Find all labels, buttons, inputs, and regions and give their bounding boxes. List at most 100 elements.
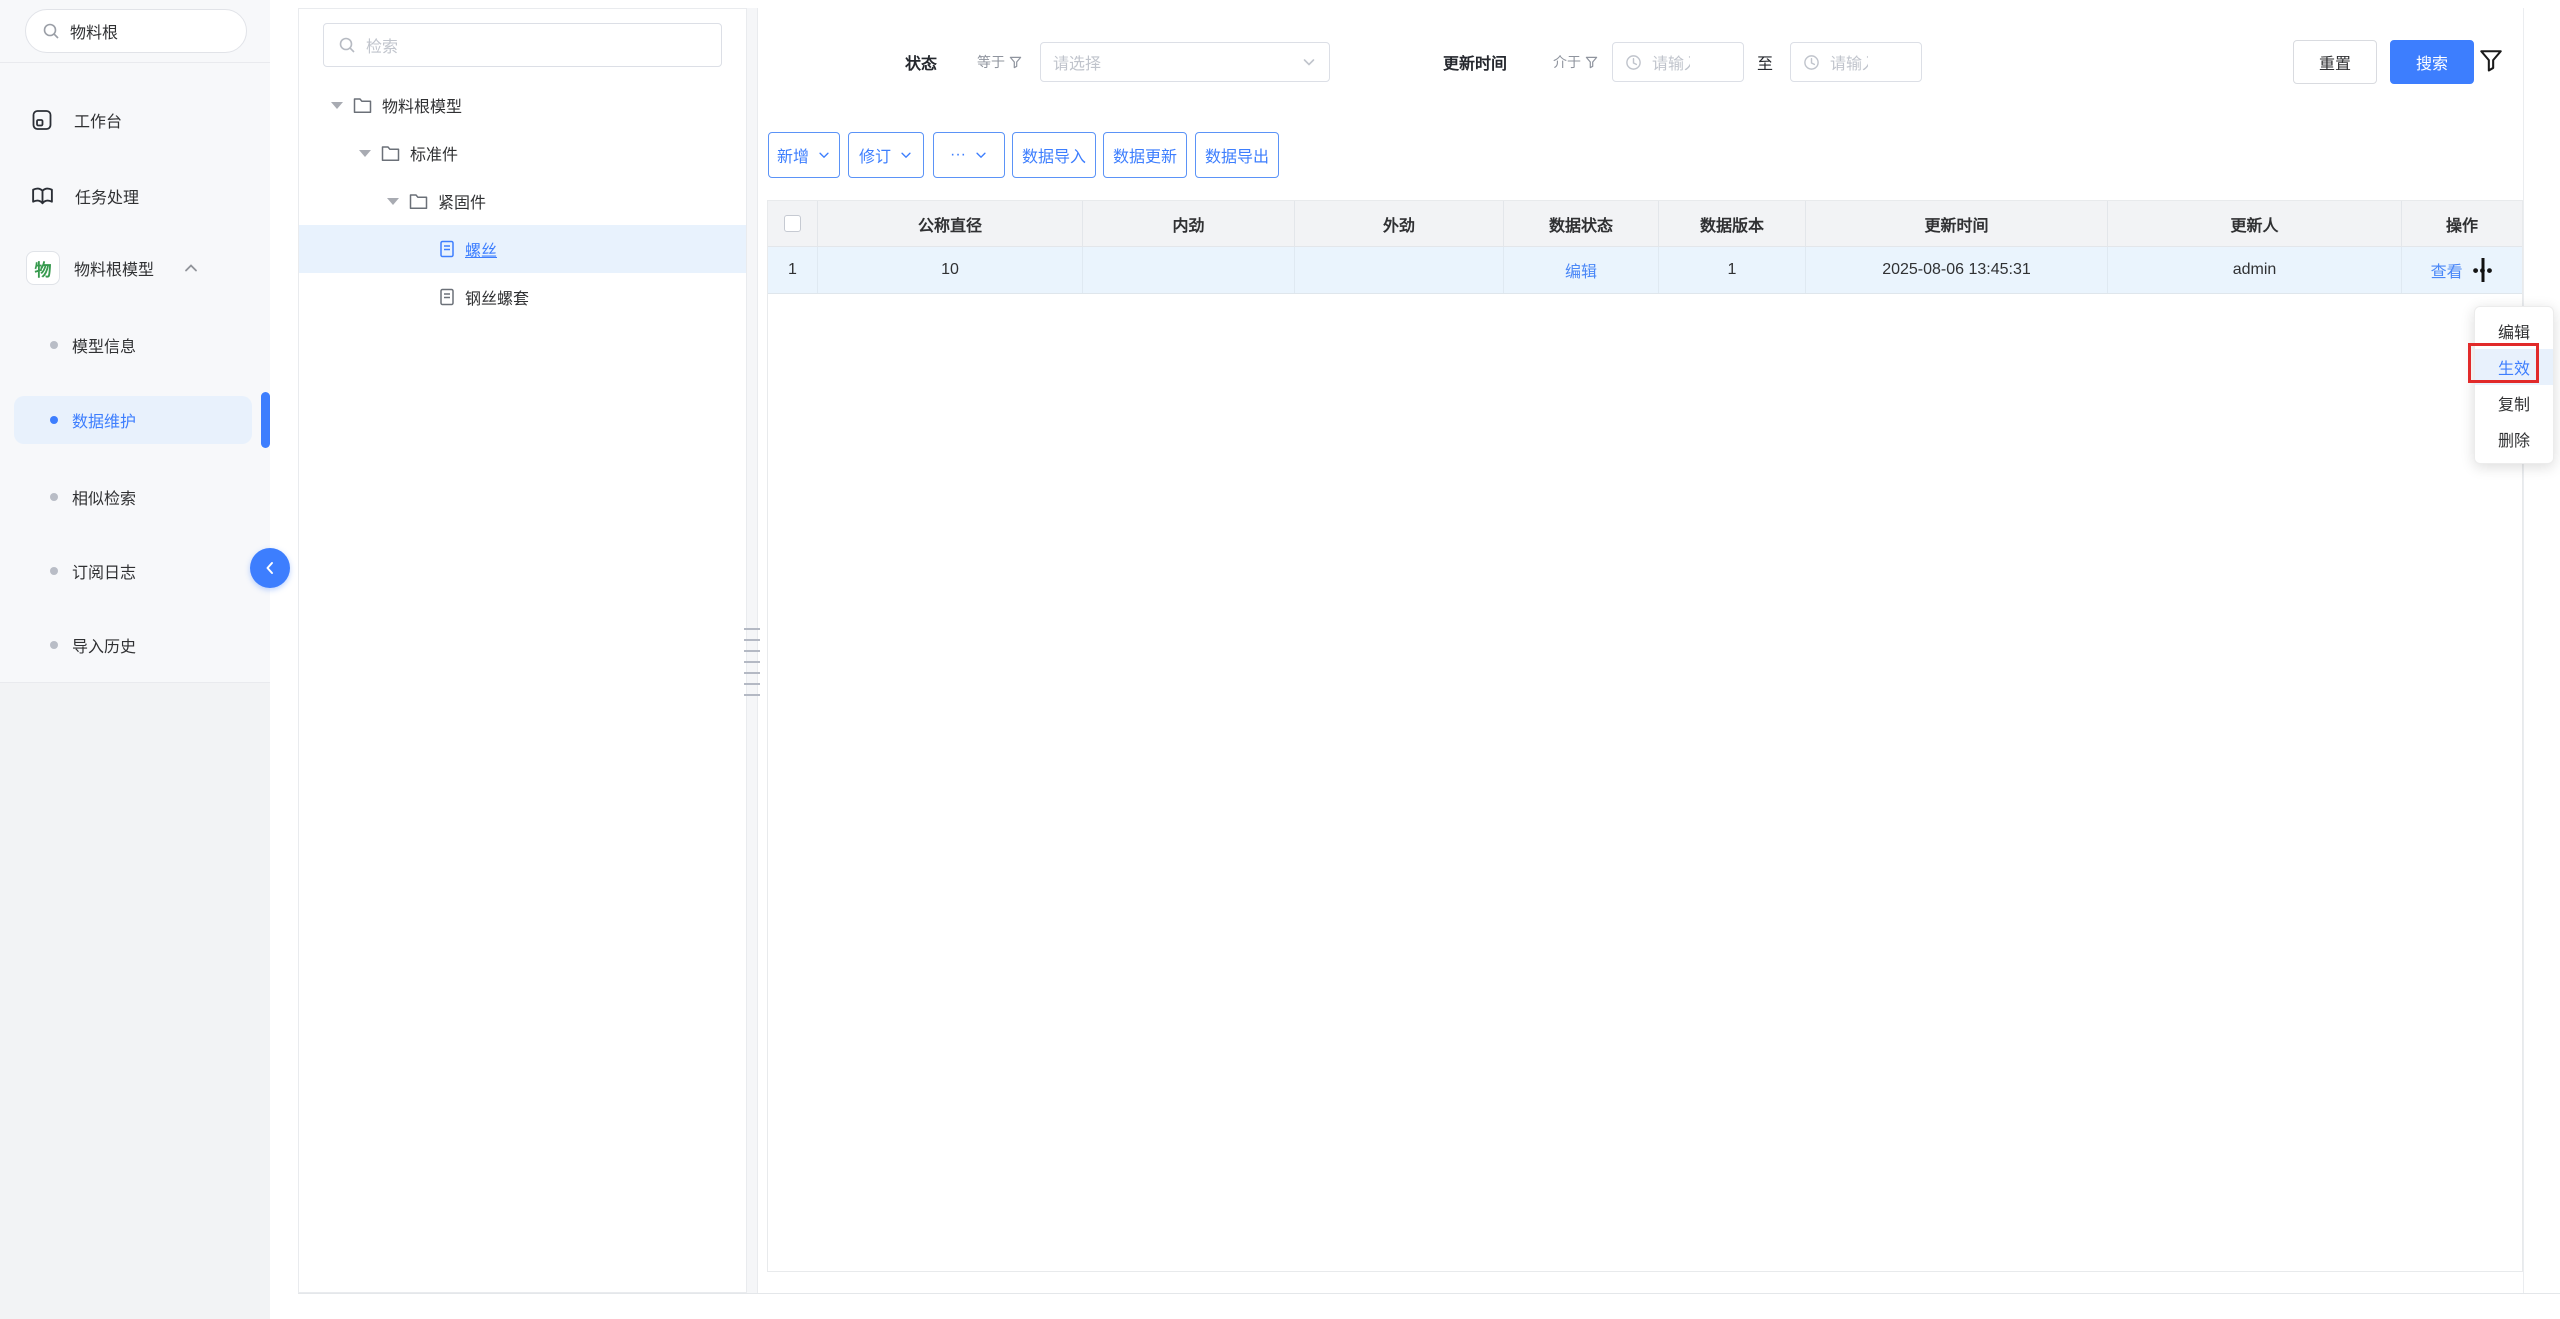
sidebar-item-data-maintenance[interactable]: 数据维护	[14, 396, 252, 444]
update-time-operator-label: 介于	[1553, 52, 1581, 72]
funnel-icon	[1009, 56, 1022, 69]
sidebar-item-label: 工作台	[74, 108, 122, 132]
chevron-down-icon	[974, 148, 988, 162]
tree-node-material-root-model[interactable]: 物料根模型	[299, 81, 746, 129]
caret-down-icon[interactable]	[359, 150, 371, 157]
sidebar-item-label: 相似检索	[72, 485, 136, 509]
text-cursor-icon	[2482, 258, 2485, 282]
column-header[interactable]: 数据状态	[1504, 201, 1659, 246]
tree: 物料根模型 标准件 紧固件 螺丝	[299, 81, 746, 321]
status-select[interactable]: 请选择	[1040, 42, 1330, 82]
active-indicator-bar	[261, 392, 270, 448]
data-version-cell: 1	[1659, 247, 1806, 293]
sidebar-collapse-button[interactable]	[250, 548, 290, 588]
updater-cell: admin	[2108, 247, 2402, 293]
column-header[interactable]: 更新人	[2108, 201, 2402, 246]
tree-node-screw[interactable]: 螺丝	[299, 225, 746, 273]
table-row[interactable]: 1 10 编辑 1 2025-08-06 13:45:31 admin 查看 •…	[768, 247, 2522, 294]
update-time-filter-label: 更新时间	[1443, 42, 1507, 82]
row-context-menu: 编辑 生效 复制 删除	[2474, 306, 2554, 464]
data-export-button[interactable]: 数据导出	[1195, 132, 1279, 178]
update-time-end-placeholder: 请输入	[1830, 50, 1868, 74]
add-button[interactable]: 新增	[768, 132, 840, 178]
status-edit-link[interactable]: 编辑	[1565, 258, 1597, 282]
chevron-down-icon	[899, 148, 913, 162]
app-search-input[interactable]: 物料根	[25, 9, 247, 53]
tree-node-label: 物料根模型	[382, 93, 462, 117]
filter-toggle-icon[interactable]	[2478, 48, 2504, 74]
nominal-diameter-cell: 10	[818, 247, 1083, 293]
search-button[interactable]: 搜索	[2390, 40, 2474, 84]
tree-search-placeholder: 检索	[366, 33, 398, 57]
sidebar-item-workbench[interactable]: 工作台	[0, 96, 270, 144]
update-time-end-input[interactable]: 请输入	[1790, 42, 1922, 82]
document-icon	[439, 240, 455, 258]
sidebar-item-import-history[interactable]: 导入历史	[0, 621, 270, 669]
update-time-operator[interactable]: 介于	[1553, 42, 1598, 82]
more-actions-label: ···	[950, 146, 966, 164]
update-time-start-input[interactable]: 请输入	[1612, 42, 1744, 82]
sidebar-group-material-root-model[interactable]: 物 物料根模型	[0, 244, 270, 292]
folder-icon	[381, 145, 400, 161]
sidebar-item-tasks[interactable]: 任务处理	[0, 172, 270, 220]
context-menu-item-delete[interactable]: 删除	[2475, 421, 2553, 457]
grip-icon	[744, 628, 760, 696]
view-link[interactable]: 查看	[2431, 258, 2463, 282]
column-header[interactable]: 外劲	[1295, 201, 1504, 246]
main-panel-right-edge	[2523, 8, 2524, 1293]
column-header[interactable]: 数据版本	[1659, 201, 1806, 246]
sidebar-item-label: 任务处理	[75, 184, 139, 208]
sidebar-item-model-info[interactable]: 模型信息	[0, 321, 270, 369]
clock-icon	[1625, 54, 1642, 71]
update-time-start-placeholder: 请输入	[1652, 50, 1690, 74]
column-header[interactable]: 更新时间	[1806, 201, 2108, 246]
sidebar: 物料根 工作台 任务处理 物 物料根模型 模型信息	[0, 0, 270, 1319]
app-search-value: 物料根	[70, 19, 118, 43]
revise-button[interactable]: 修订	[848, 132, 924, 178]
row-index-cell: 1	[768, 247, 818, 293]
tree-search-input[interactable]: 检索	[323, 23, 722, 67]
data-table: 公称直径 内劲 外劲 数据状态 数据版本 更新时间 更新人 操作 1 10 编辑…	[767, 200, 2523, 1272]
status-select-placeholder: 请选择	[1053, 50, 1101, 74]
main-panel-bottom-edge	[298, 1293, 2560, 1294]
inner-cell	[1083, 247, 1295, 293]
more-actions-button[interactable]: ···	[933, 132, 1005, 178]
table-header-row: 公称直径 内劲 外劲 数据状态 数据版本 更新时间 更新人 操作	[768, 201, 2522, 247]
context-menu-item-activate[interactable]: 生效	[2475, 349, 2553, 385]
tree-node-label: 标准件	[410, 141, 458, 165]
outer-cell	[1295, 247, 1504, 293]
app-window: 物料根 工作台 任务处理 物 物料根模型 模型信息	[0, 0, 2560, 1319]
column-header[interactable]: 操作	[2402, 201, 2522, 246]
dot-icon	[50, 341, 58, 349]
dot-icon	[50, 493, 58, 501]
caret-down-icon[interactable]	[331, 102, 343, 109]
caret-down-icon[interactable]	[387, 198, 399, 205]
search-icon	[338, 36, 356, 54]
search-icon	[42, 22, 60, 40]
status-operator[interactable]: 等于	[977, 42, 1022, 82]
tree-node-label: 钢丝螺套	[465, 285, 529, 309]
context-menu-item-copy[interactable]: 复制	[2475, 385, 2553, 421]
tree-node-standard-parts[interactable]: 标准件	[299, 129, 746, 177]
funnel-icon	[1585, 56, 1598, 69]
status-operator-label: 等于	[977, 52, 1005, 72]
panel-resize-handle[interactable]	[746, 8, 758, 1293]
select-all-checkbox[interactable]	[784, 215, 801, 232]
reset-button[interactable]: 重置	[2293, 40, 2377, 84]
column-header[interactable]: 公称直径	[818, 201, 1083, 246]
column-header[interactable]: 内劲	[1083, 201, 1295, 246]
to-label: 至	[1757, 42, 1773, 82]
add-button-label: 新增	[777, 143, 809, 167]
update-time-cell: 2025-08-06 13:45:31	[1806, 247, 2108, 293]
sidebar-item-subscription-log[interactable]: 订阅日志	[0, 547, 270, 595]
data-import-button[interactable]: 数据导入	[1012, 132, 1096, 178]
dot-icon	[50, 416, 58, 424]
row-more-actions-button[interactable]: •••	[2473, 262, 2494, 279]
sidebar-item-similar-search[interactable]: 相似检索	[0, 473, 270, 521]
document-icon	[439, 288, 455, 306]
tree-node-wire-thread-insert[interactable]: 钢丝螺套	[299, 273, 746, 321]
sidebar-footer-area	[0, 683, 270, 1319]
tree-node-fasteners[interactable]: 紧固件	[299, 177, 746, 225]
context-menu-item-edit[interactable]: 编辑	[2475, 313, 2553, 349]
data-update-button[interactable]: 数据更新	[1103, 132, 1187, 178]
